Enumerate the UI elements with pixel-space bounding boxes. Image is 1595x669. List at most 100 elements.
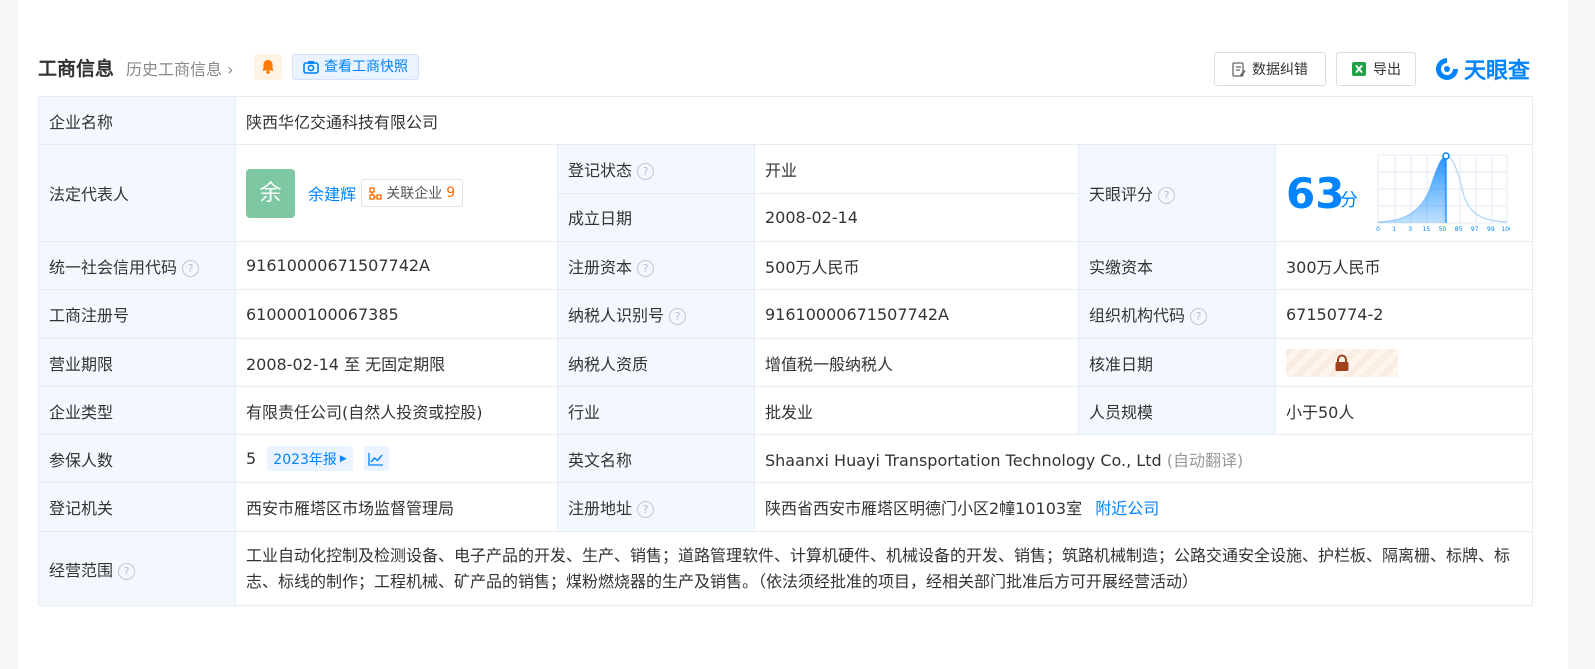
help-icon[interactable]: ? [637,162,655,180]
label-paid-capital: 实缴资本 [1078,241,1276,290]
score-tick-label: 97 [1471,226,1479,233]
org-code-value: 67150774-2 [1274,289,1534,339]
score-tick-label: 3 [1408,226,1412,233]
excel-icon [1352,62,1366,76]
score-tick-label: 1 [1392,226,1396,233]
label-biz-reg-no: 工商注册号 [38,289,236,339]
caret-right-icon: ▶ [339,453,347,464]
table-row: 企业名称 陕西华亿交通科技有限公司 [38,96,1534,145]
help-icon[interactable]: ? [1158,187,1176,204]
insured-value: 5 [246,449,257,468]
vip-locked-value[interactable] [1286,348,1398,377]
score-value: 63 [1286,168,1345,218]
score-tick-label: 85 [1455,226,1463,233]
label-legal-rep: 法定代表人 [38,144,236,242]
industry-value: 批发业 [754,386,1079,435]
legal-rep-cell: 余 余建辉 关联企业 9 [235,144,558,242]
table-row: 登记机关 西安市雁塔区市场监督管理局 注册地址? 陕西省西安市雁塔区明德门小区2… [38,482,1534,532]
paid-capital-value: 300万人民币 [1274,241,1534,290]
export-button[interactable]: 导出 [1336,52,1416,86]
reg-address-value: 陕西省西安市雁塔区明德门小区2幢10103室 [765,499,1083,518]
label-insured: 参保人数 [38,434,236,483]
help-icon[interactable]: ? [118,562,136,580]
label-reg-authority: 登记机关 [38,482,236,532]
company-type-value: 有限责任公司(自然人投资或控股) [235,386,558,435]
label-found-date: 成立日期 [557,192,755,242]
label-tianyan-score: 天眼评分? [1078,144,1276,242]
table-row: 工商注册号 610000100067385 纳税人识别号? 9161000067… [38,289,1534,339]
table-row: 统一社会信用代码? 91610000671507742A 注册资本? 500万人… [38,241,1534,290]
tianyancha-eye-icon [1436,58,1458,80]
edit-doc-icon [1232,61,1246,77]
section-title: 工商信息 [38,58,115,80]
label-english-name: 英文名称 [557,434,755,483]
brand-logo: 天眼查 [1434,52,1530,86]
related-companies-button[interactable]: 关联企业 9 [361,179,464,207]
insured-cell: 5 2023年报 ▶ [235,434,558,483]
label-approval-date: 核准日期 [1078,338,1276,387]
annual-report-button[interactable]: 2023年报 ▶ [267,446,353,471]
lock-icon [1335,354,1349,371]
english-name-value: Shaanxi Huayi Transportation Technology … [765,450,1162,470]
label-staff-size: 人员规模 [1078,386,1276,435]
score-unit: 分 [1340,190,1358,211]
help-icon[interactable]: ? [637,259,655,277]
company-name-value: 陕西华亿交通科技有限公司 [234,96,1534,145]
label-reg-address: 注册地址? [557,482,755,532]
label-org-code: 组织机构代码? [1078,289,1276,339]
label-industry: 行业 [557,386,755,435]
label-taxpayer-qual: 纳税人资质 [557,338,755,387]
snapshot-button[interactable]: 查看工商快照 [292,54,419,80]
bell-icon[interactable] [254,54,282,80]
business-info-card: 工商信息 历史工商信息 › 查看工商快照 数据纠错 导出 天眼查 企业名称 陕西… [18,0,1568,669]
help-icon[interactable]: ? [182,259,200,277]
nearby-companies-link[interactable]: 附近公司 [1095,499,1159,518]
table-row: 经营范围? 工业自动化控制及检测设备、电子产品的开发、生产、销售；道路管理软件、… [38,531,1534,606]
found-date-value: 2008-02-14 [754,192,1079,242]
score-tick-label: 15 [1423,226,1431,233]
label-reg-status: 登记状态? [557,144,755,194]
auto-translate-note: (自动翻译) [1166,450,1244,470]
section-header: 工商信息 历史工商信息 › 查看工商快照 数据纠错 导出 天眼查 [38,52,1551,88]
english-name-cell: Shaanxi Huayi Transportation Technology … [753,434,1534,483]
help-icon[interactable]: ? [669,308,687,325]
biz-reg-no-value: 610000100067385 [235,289,558,339]
reg-capital-value: 500万人民币 [754,241,1079,290]
label-company-type: 企业类型 [38,386,236,435]
score-tick-label: 0 [1376,226,1380,233]
business-info-table: 企业名称 陕西华亿交通科技有限公司 法定代表人 余 余建辉 关联企业 9 登记状… [38,96,1534,606]
score-distribution-chart[interactable]: 0 1 3 15 50 85 97 99 100 [1374,151,1510,235]
approval-date-cell [1274,338,1534,387]
camera-icon [303,61,319,74]
label-company-name: 企业名称 [38,96,236,145]
score-tick-label: 100 [1501,226,1510,233]
label-credit-code: 统一社会信用代码? [38,241,236,290]
data-correction-button[interactable]: 数据纠错 [1214,52,1326,86]
reg-address-cell: 陕西省西安市雁塔区明德门小区2幢10103室 附近公司 [753,482,1534,532]
org-tree-icon [369,186,382,200]
label-reg-capital: 注册资本? [557,241,755,290]
legal-rep-name-link[interactable]: 余建辉 [308,185,356,204]
label-biz-scope: 经营范围? [38,531,236,606]
staff-size-value: 小于50人 [1274,386,1534,435]
trend-chart-icon[interactable] [363,446,389,471]
table-row: 营业期限 2008-02-14 至 无固定期限 纳税人资质 增值税一般纳税人 核… [38,338,1534,387]
score-tick-label: 50 [1439,226,1447,233]
score-tick-label: 99 [1487,226,1495,233]
biz-scope-value: 工业自动化控制及检测设备、电子产品的开发、生产、销售；道路管理软件、计算机硬件、… [234,531,1534,606]
table-row: 参保人数 5 2023年报 ▶ 英文名称 Shaanxi Huayi Transp… [38,434,1534,483]
label-biz-term: 营业期限 [38,338,236,387]
taxpayer-id-value: 91610000671507742A [754,289,1079,339]
table-row: 法定代表人 余 余建辉 关联企业 9 登记状态? 开业 天眼评分? 63 分 0… [38,144,1534,242]
reg-status-value: 开业 [754,144,1079,194]
help-icon[interactable]: ? [637,501,655,518]
table-row: 企业类型 有限责任公司(自然人投资或控股) 行业 批发业 人员规模 小于50人 [38,386,1534,435]
score-cell: 63 分 0 1 3 15 50 85 97 99 10 [1274,144,1534,242]
history-link[interactable]: 历史工商信息 › [126,56,234,80]
label-taxpayer-id: 纳税人识别号? [557,289,755,339]
avatar: 余 [246,168,295,218]
reg-authority-value: 西安市雁塔区市场监督管理局 [235,482,558,532]
help-icon[interactable]: ? [1190,308,1208,325]
biz-term-value: 2008-02-14 至 无固定期限 [235,338,558,387]
credit-code-value: 91610000671507742A [235,241,558,290]
